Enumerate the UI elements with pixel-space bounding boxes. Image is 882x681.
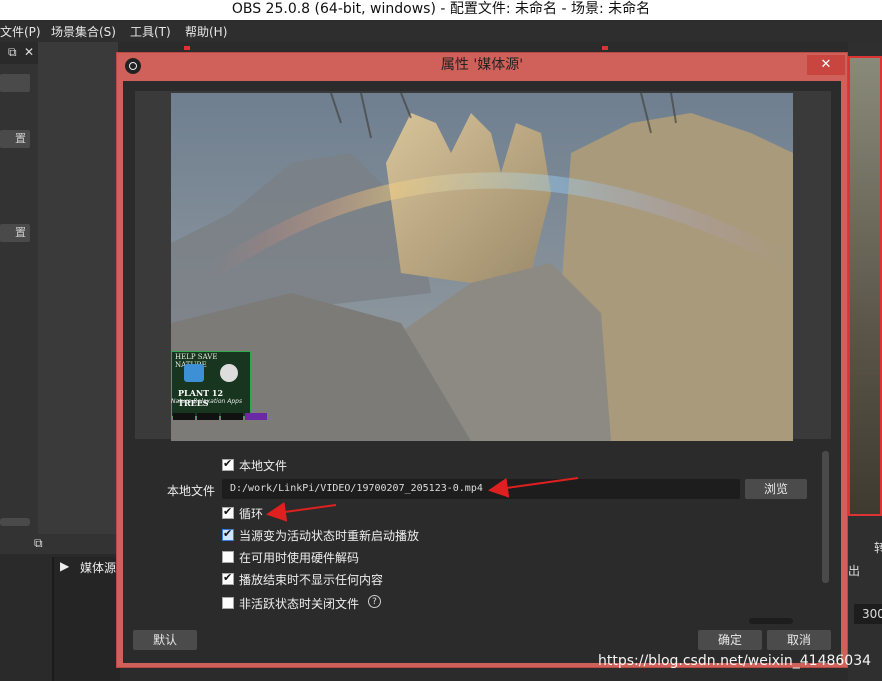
media-preview: HELP SAVE NATURE PLANT 12 TREES Nature R… bbox=[171, 93, 793, 441]
hide-on-end-label: 播放结束时不显示任何内容 bbox=[239, 573, 384, 587]
loop-label: 循环 bbox=[239, 507, 264, 521]
scenes-dock-header: ⧉ bbox=[0, 534, 118, 554]
source-item-media[interactable]: 媒体源 bbox=[80, 559, 116, 576]
left-dock-button[interactable] bbox=[0, 74, 30, 92]
local-file-label: 本地文件 bbox=[167, 484, 216, 498]
app-icon bbox=[184, 364, 204, 382]
left-dock-button[interactable]: 置 bbox=[0, 130, 30, 148]
restart-on-active-checkbox[interactable] bbox=[222, 527, 234, 541]
sources-list: ▶ 媒体源 bbox=[52, 557, 120, 681]
menu-file[interactable]: 文件(P) bbox=[0, 23, 41, 40]
watermark-text: https://blog.csdn.net/weixin_41486034 bbox=[598, 653, 872, 669]
browse-button[interactable]: 浏览 bbox=[745, 479, 807, 499]
plant-trees-badge: HELP SAVE NATURE PLANT 12 TREES bbox=[171, 351, 251, 417]
badge-subtitle: Nature Relaxation Apps bbox=[171, 398, 243, 405]
undock-icon[interactable]: ⧉ bbox=[8, 45, 17, 60]
hide-on-end-checkbox[interactable] bbox=[222, 571, 234, 585]
loop-checkbox[interactable] bbox=[222, 505, 234, 519]
menu-bar: 文件(P) 场景集合(S) 工具(T) 帮助(H) bbox=[0, 20, 882, 42]
bottom-dock: ⧉ ▶ 媒体源 bbox=[0, 534, 120, 681]
left-dock-header: ⧉ ✕ bbox=[0, 42, 38, 64]
dialog-scrollbar[interactable] bbox=[820, 451, 830, 583]
window-title: OBS 25.0.8 (64-bit, windows) - 配置文件: 未命名… bbox=[0, 0, 882, 20]
dialog-body: HELP SAVE NATURE PLANT 12 TREES Nature R… bbox=[123, 81, 841, 663]
close-when-inactive-checkbox[interactable] bbox=[222, 597, 234, 609]
preview-area-background bbox=[38, 42, 118, 534]
tree-icon bbox=[220, 364, 238, 382]
selection-marker bbox=[602, 46, 608, 50]
menu-help[interactable]: 帮助(H) bbox=[185, 23, 227, 40]
hw-decode-label: 在可用时使用硬件解码 bbox=[239, 551, 360, 565]
store-badges bbox=[173, 409, 279, 420]
dialog-title: 属性 '媒体源' bbox=[440, 57, 524, 73]
defaults-button[interactable]: 默认 bbox=[133, 630, 197, 650]
ok-button[interactable]: 确定 bbox=[698, 630, 762, 650]
local-file-checkbox[interactable] bbox=[222, 457, 234, 471]
left-dock: 置 置 bbox=[0, 42, 39, 534]
restart-on-active-label: 当源变为活动状态时重新启动播放 bbox=[239, 529, 420, 543]
close-icon[interactable]: ✕ bbox=[24, 45, 34, 59]
transition-label: 转 bbox=[874, 541, 882, 555]
scroll-thumb[interactable] bbox=[822, 451, 829, 583]
speed-slider[interactable] bbox=[749, 618, 793, 624]
left-dock-scrollbar[interactable] bbox=[0, 518, 30, 526]
local-file-checkbox-label: 本地文件 bbox=[239, 459, 288, 473]
undock-icon[interactable]: ⧉ bbox=[34, 536, 43, 551]
output-label: 出 bbox=[848, 564, 861, 578]
duration-field[interactable]: 300 bbox=[854, 604, 882, 624]
menu-scene-collection[interactable]: 场景集合(S) bbox=[51, 23, 116, 40]
landscape-image bbox=[171, 93, 793, 441]
left-dock-button[interactable]: 置 bbox=[0, 224, 30, 242]
right-preview bbox=[848, 56, 882, 516]
close-when-inactive-label: 非活跃状态时关闭文件 bbox=[239, 597, 360, 611]
selection-marker bbox=[184, 46, 190, 50]
local-file-input[interactable]: D:/work/LinkPi/VIDEO/19700207_205123-0.m… bbox=[222, 479, 740, 499]
play-icon: ▶ bbox=[60, 559, 70, 573]
hw-decode-checkbox[interactable] bbox=[222, 551, 234, 563]
dialog-close-button[interactable]: ✕ bbox=[807, 55, 845, 75]
properties-dialog: 属性 '媒体源' ✕ HELP SAVE PLANT 12 TREES Natu… bbox=[116, 52, 848, 668]
cancel-button[interactable]: 取消 bbox=[767, 630, 831, 650]
menu-tools[interactable]: 工具(T) bbox=[130, 23, 171, 40]
help-icon[interactable]: ? bbox=[368, 595, 381, 608]
